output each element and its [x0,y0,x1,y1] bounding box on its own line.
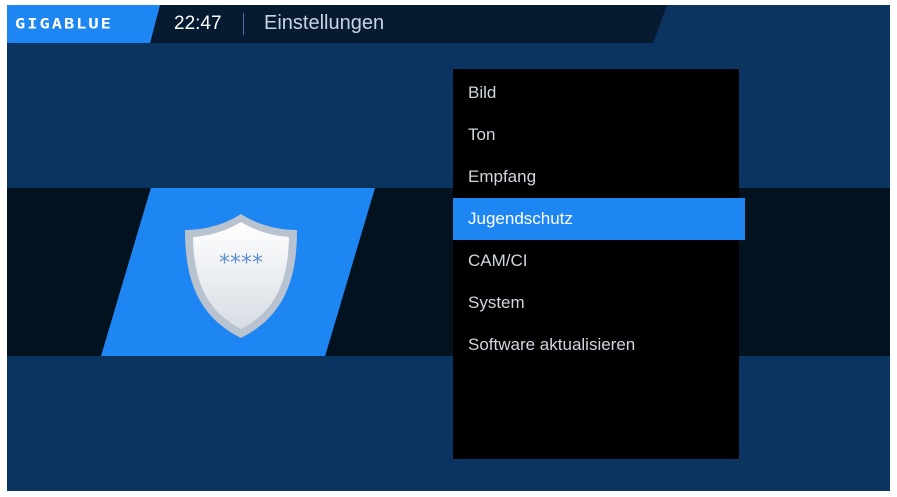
settings-menu: Bild Ton Empfang Jugendschutz CAM/CI System So… [453,69,745,459]
pin-asterisks: **** [219,251,263,276]
clock: 22:47 [174,13,222,34]
page-title: Einstellungen [264,12,385,34]
header-divider [243,13,244,35]
menu-item-bild[interactable]: Bild [453,72,746,114]
menu-item-software-aktualisieren[interactable]: Software aktualisieren [453,324,746,366]
tv-screen: GIGABLUE 22:47 Einstellungen **** Bild To… [7,5,890,491]
menu-item-empfang[interactable]: Empfang [453,156,746,198]
brand-logo: GIGABLUE [7,5,160,43]
menu-item-jugendschutz[interactable]: Jugendschutz [453,198,745,240]
menu-item-ton[interactable]: Ton [453,114,746,156]
menu-item-cam-ci[interactable]: CAM/CI [453,240,746,282]
parental-control-shield-icon: **** [185,214,297,338]
menu-item-system[interactable]: System [453,282,746,324]
brand-logo-text: GIGABLUE [15,15,113,33]
